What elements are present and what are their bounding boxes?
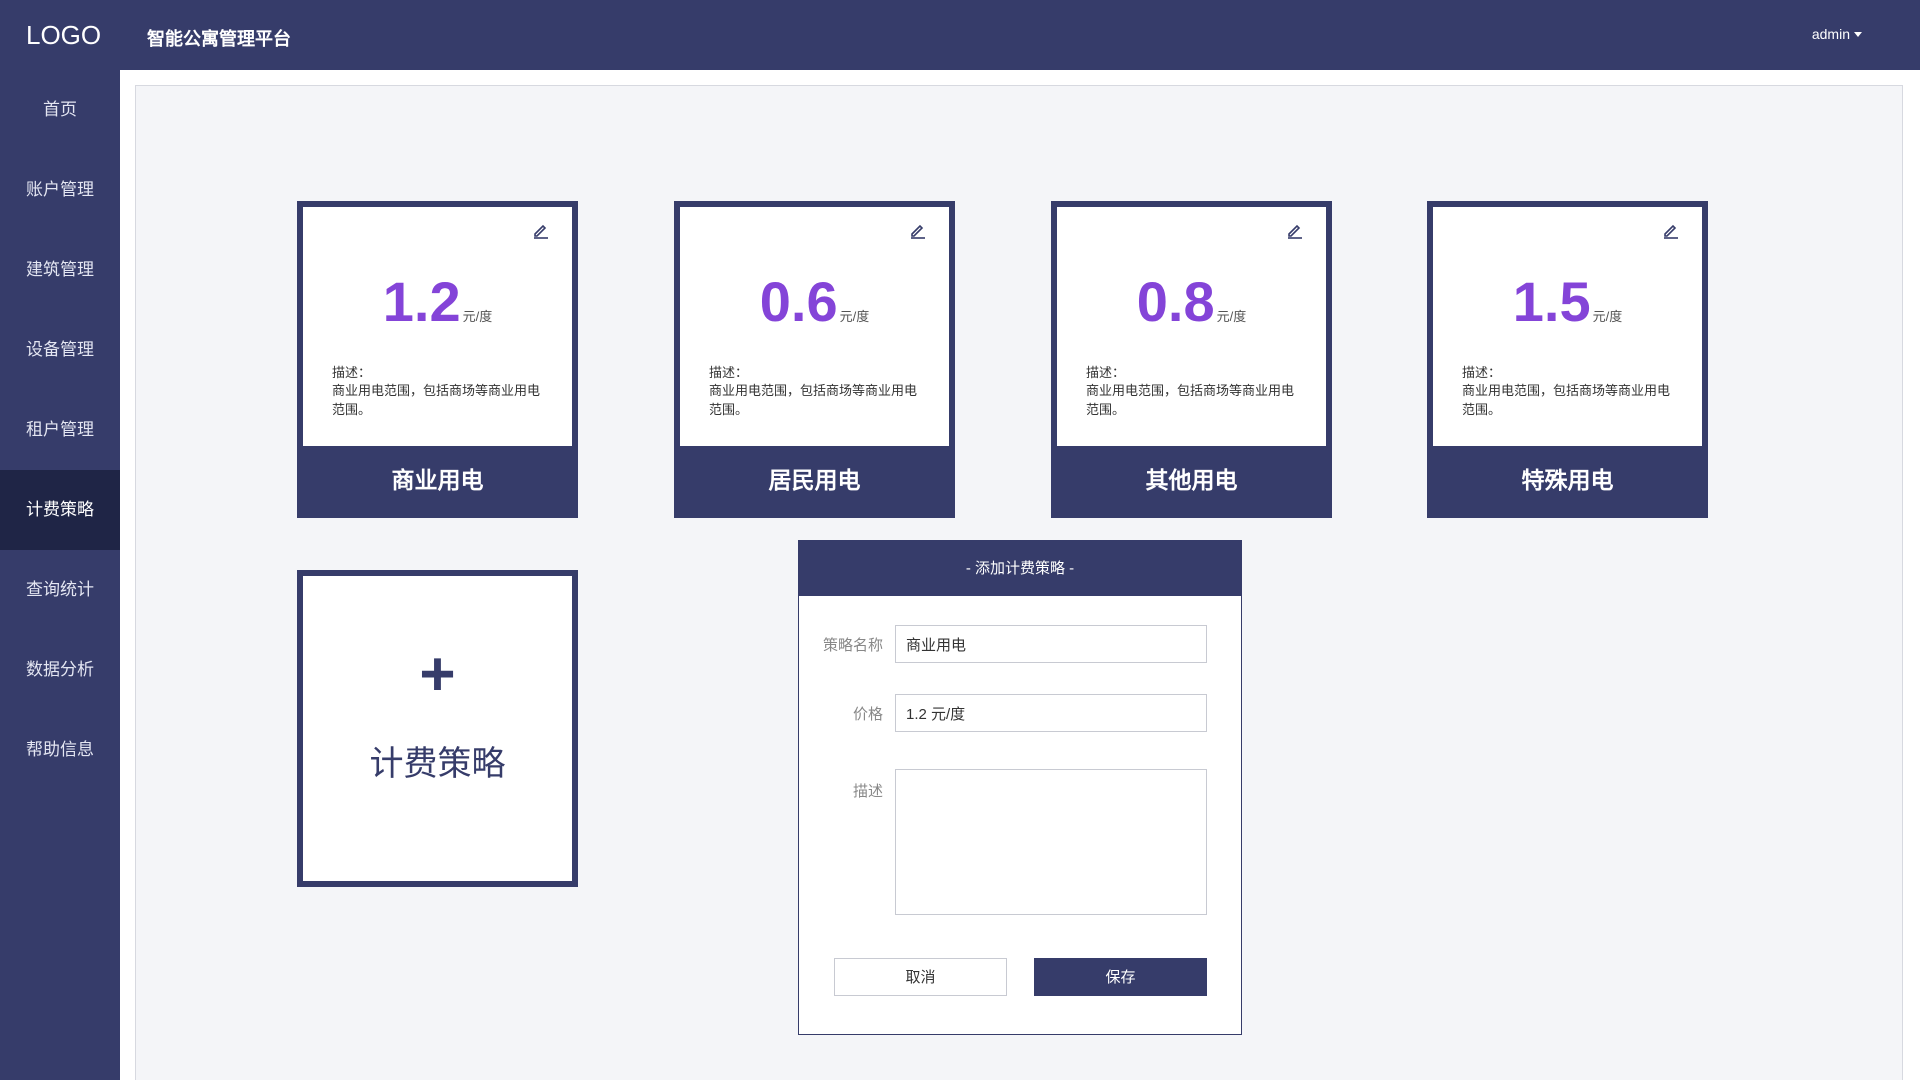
price-unit: 元/度 — [1216, 309, 1247, 324]
strategy-name-label: 策略名称 — [822, 637, 883, 654]
logo[interactable]: LOGO — [26, 20, 101, 51]
strategy-card-body: 1.2 元/度 描述： 商业用电范围，包括商场等商业用电范围。 — [303, 207, 572, 446]
strategy-name: 特殊用电 — [1521, 467, 1614, 493]
top-bar: LOGO 智能公寓管理平台 admin — [0, 0, 1920, 70]
sidebar-item-analysis[interactable]: 数据分析 — [0, 630, 120, 710]
description-label: 描述： — [709, 365, 749, 380]
strategy-card: 1.5 元/度 描述： 商业用电范围，包括商场等商业用电范围。 特殊用电 — [1427, 201, 1708, 518]
add-strategy-label: 计费策略 — [369, 745, 506, 783]
price-value: 1.5 — [1512, 270, 1591, 333]
sidebar-item-accounts[interactable]: 账户管理 — [0, 150, 120, 230]
platform-title: 智能公寓管理平台 — [147, 29, 291, 49]
sidebar-item-billing[interactable]: 计费策略 — [0, 470, 120, 550]
price-label: 价格 — [852, 706, 883, 723]
strategy-card: 0.8 元/度 描述： 商业用电范围，包括商场等商业用电范围。 其他用电 — [1051, 201, 1332, 518]
strategy-card: 0.6 元/度 描述： 商业用电范围，包括商场等商业用电范围。 居民用电 — [674, 201, 955, 518]
sidebar-item-home[interactable]: 首页 — [0, 70, 120, 150]
strategy-card-body: 0.8 元/度 描述： 商业用电范围，包括商场等商业用电范围。 — [1057, 207, 1326, 446]
add-strategy-modal: - 添加计费策略 - 策略名称 价格 描述 取消 保存 — [798, 540, 1242, 1035]
strategy-name: 居民用电 — [768, 467, 861, 493]
description-text: 商业用电范围，包括商场等商业用电范围。 — [1462, 383, 1671, 417]
save-button[interactable]: 保存 — [1034, 958, 1207, 996]
price-value: 0.8 — [1136, 270, 1215, 333]
description-textarea[interactable] — [895, 769, 1207, 915]
price-unit: 元/度 — [839, 309, 870, 324]
edit-icon[interactable] — [1662, 221, 1680, 239]
sidebar-item-query[interactable]: 查询统计 — [0, 550, 120, 630]
strategy-card-body: 1.5 元/度 描述： 商业用电范围，包括商场等商业用电范围。 — [1433, 207, 1702, 446]
description-text: 商业用电范围，包括商场等商业用电范围。 — [1086, 383, 1295, 417]
price-row: 1.5 元/度 — [1433, 269, 1702, 334]
edit-icon[interactable] — [1286, 221, 1304, 239]
strategy-card-body: 0.6 元/度 描述： 商业用电范围，包括商场等商业用电范围。 — [680, 207, 949, 446]
caret-down-icon — [1854, 31, 1862, 37]
price-value: 1.2 — [382, 270, 461, 333]
price-row: 1.2 元/度 — [303, 269, 572, 334]
strategy-card: 1.2 元/度 描述： 商业用电范围，包括商场等商业用电范围。 商业用电 — [297, 201, 578, 518]
price-input[interactable] — [895, 694, 1207, 732]
sidebar-item-help[interactable]: 帮助信息 — [0, 710, 120, 790]
sidebar-item-tenants[interactable]: 租户管理 — [0, 390, 120, 470]
description-label: 描述： — [1462, 365, 1502, 380]
add-strategy-card[interactable]: + 计费策略 — [297, 570, 578, 887]
description-text: 商业用电范围，包括商场等商业用电范围。 — [332, 383, 541, 417]
strategy-name: 其他用电 — [1145, 467, 1238, 493]
user-menu[interactable]: admin — [1812, 26, 1862, 42]
edit-icon[interactable] — [532, 221, 550, 239]
description-label: 描述： — [1086, 365, 1126, 380]
strategy-name: 商业用电 — [391, 467, 484, 493]
strategy-name-input[interactable] — [895, 625, 1207, 663]
plus-icon: + — [419, 640, 456, 709]
description-text: 商业用电范围，包括商场等商业用电范围。 — [709, 383, 918, 417]
price-unit: 元/度 — [1592, 309, 1623, 324]
sidebar-item-buildings[interactable]: 建筑管理 — [0, 230, 120, 310]
description-field-label: 描述 — [852, 783, 883, 800]
edit-icon[interactable] — [909, 221, 927, 239]
description-label: 描述： — [332, 365, 372, 380]
user-name: admin — [1811, 26, 1850, 42]
sidebar: 首页 账户管理 建筑管理 设备管理 租户管理 计费策略 查询统计 数据分析 帮助… — [0, 70, 120, 1080]
price-unit: 元/度 — [462, 309, 493, 324]
cancel-button[interactable]: 取消 — [834, 958, 1007, 996]
price-row: 0.8 元/度 — [1057, 269, 1326, 334]
sidebar-item-devices[interactable]: 设备管理 — [0, 310, 120, 390]
price-row: 0.6 元/度 — [680, 269, 949, 334]
modal-title: - 添加计费策略 - — [799, 541, 1241, 596]
price-value: 0.6 — [759, 270, 838, 333]
